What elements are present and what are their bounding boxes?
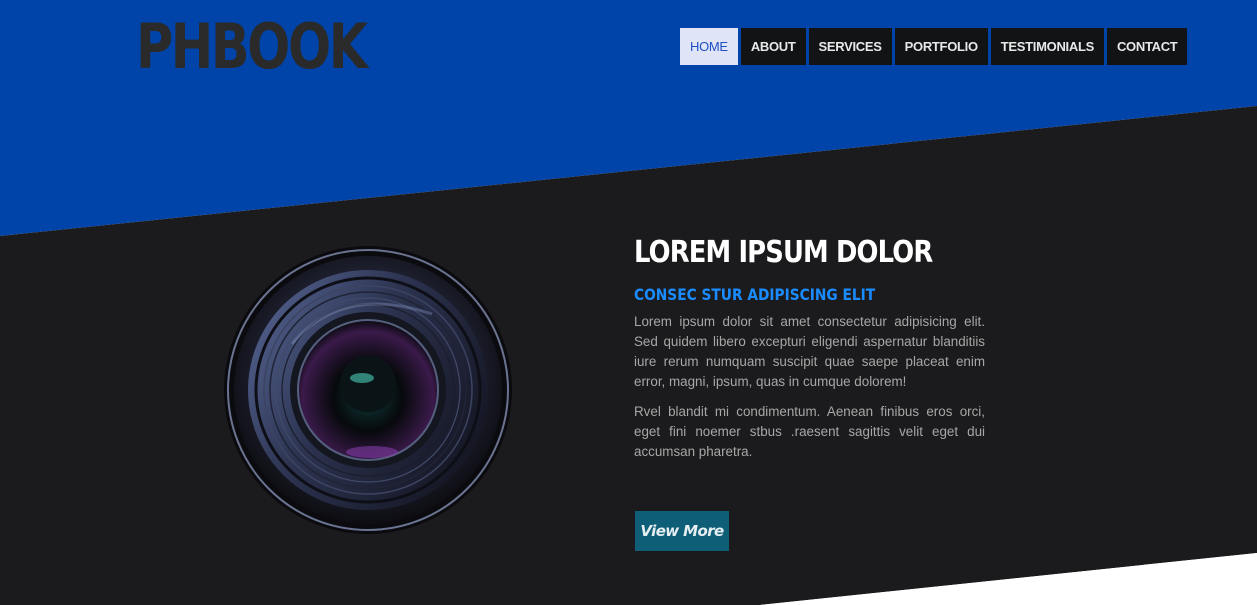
nav-services[interactable]: SERVICES [808,28,892,65]
nav-testimonials[interactable]: TESTIMONIALS [990,28,1104,65]
site-logo[interactable]: PHBOOK [136,12,368,82]
hero-paragraph-2: Rvel blandit mi condimentum. Aenean fini… [634,404,985,459]
landing-page: PHBOOK HOME ABOUT SERVICES PORTFOLIO TES… [0,0,1257,605]
background-shapes [0,0,1257,605]
nav-home[interactable]: HOME [680,28,738,65]
nav-portfolio[interactable]: PORTFOLIO [894,28,988,65]
hero-paragraph-1: Lorem ipsum dolor sit amet consectetur a… [634,314,985,389]
camera-lens-icon [224,246,512,534]
camera-lens-image [222,244,514,536]
hero-content: LOREM IPSUM DOLOR CONSEC STUR ADIPISCING… [634,232,985,472]
hero-title: LOREM IPSUM DOLOR [634,235,933,270]
nav-contact[interactable]: CONTACT [1106,28,1188,65]
hero-subtitle: CONSEC STUR ADIPISCING ELIT [634,285,876,304]
view-more-button[interactable]: View More [635,511,729,551]
nav-about[interactable]: ABOUT [740,28,806,65]
main-navigation: HOME ABOUT SERVICES PORTFOLIO TESTIMONIA… [680,28,1188,65]
